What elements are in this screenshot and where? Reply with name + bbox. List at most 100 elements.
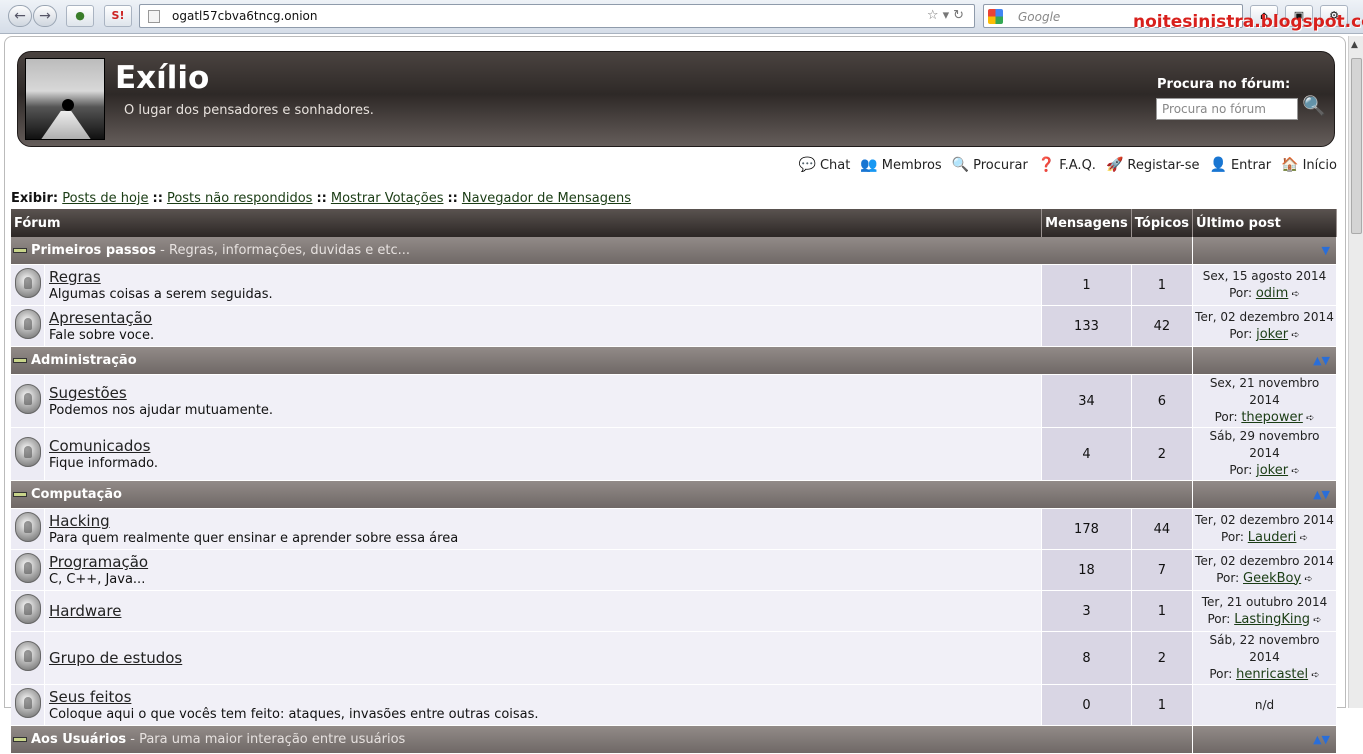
forum-row: Grupo de estudos 8 2 Sáb, 22 novembro 2014 P… <box>11 632 1337 685</box>
scroll-up-icon[interactable]: ▲ <box>1351 40 1358 50</box>
category-name[interactable]: Primeiros passos <box>27 243 156 258</box>
scrollbar[interactable]: ▲ <box>1348 36 1363 708</box>
url-bar[interactable]: ogatl57cbva6tncg.onion ☆▾↻ <box>139 4 975 28</box>
forum-link[interactable]: Regras <box>49 268 101 286</box>
by-label: Por: <box>1221 529 1244 544</box>
onion-icon[interactable]: ● <box>66 5 94 27</box>
bookmark-star-icon[interactable]: ☆▾↻ <box>927 8 968 23</box>
forum-row: Hacking Para quem realmente quer ensinar … <box>11 509 1337 550</box>
forum-link[interactable]: Programação <box>49 553 148 571</box>
forum-link[interactable]: Comunicados <box>49 437 150 455</box>
topic-count: 1 <box>1131 591 1193 632</box>
go-to-post-icon[interactable]: ➪ <box>1301 574 1312 585</box>
forum-description: Podemos nos ajudar mutuamente. <box>49 403 274 418</box>
collapse-icon[interactable] <box>13 248 27 253</box>
forum-table: Fórum Mensagens Tópicos Último post Prim… <box>11 209 1337 754</box>
category-name[interactable]: Aos Usuários <box>27 732 126 747</box>
by-label: Por: <box>1214 410 1238 424</box>
category-name[interactable]: Computação <box>27 487 122 502</box>
message-count: 178 <box>1042 509 1132 550</box>
forum-logo[interactable] <box>25 58 105 140</box>
forum-description: Para quem realmente quer ensinar e apren… <box>49 531 459 546</box>
forum-row: Regras Algumas coisas a serem seguidas. 1 1… <box>11 265 1337 306</box>
go-to-post-icon[interactable]: ➪ <box>1288 289 1300 300</box>
message-count: 0 <box>1042 685 1132 726</box>
by-label: Por: <box>1229 326 1253 341</box>
last-post-cell: Ter, 02 dezembro 2014 Por: joker ➪ <box>1193 306 1337 347</box>
sort-arrows-icon[interactable]: ▲▼ <box>1193 347 1337 375</box>
topic-count: 42 <box>1131 306 1193 347</box>
collapse-icon[interactable] <box>13 492 27 497</box>
last-post-user[interactable]: odim <box>1256 286 1288 301</box>
by-label: Por: <box>1216 570 1240 585</box>
lightbulb-icon <box>14 553 41 583</box>
last-post-user[interactable]: joker <box>1256 463 1288 478</box>
exibir-link[interactable]: Posts não respondidos <box>167 191 313 206</box>
exibir-link[interactable]: Posts de hoje <box>62 191 148 206</box>
nav-item-chat[interactable]: 💬 Chat <box>799 157 851 173</box>
forum-search-input[interactable]: Procura no fórum <box>1156 98 1298 120</box>
login-icon: 👤 <box>1209 157 1227 173</box>
category-cell: Aos Usuários - Para uma maior interação … <box>11 726 1193 754</box>
exibir-link[interactable]: Navegador de Mensagens <box>462 191 631 206</box>
forum-link[interactable]: Sugestões <box>49 384 127 402</box>
last-post-user[interactable]: thepower <box>1241 410 1303 425</box>
forum-table-body: Primeiros passos - Regras, informações, … <box>11 237 1337 754</box>
forum-row: Programação C, C++, Java... 18 7 Ter, 02 dez… <box>11 550 1337 591</box>
forum-title: Exílio <box>115 60 210 96</box>
topic-count: 7 <box>1131 550 1193 591</box>
nav-item-register[interactable]: 🚀 Registar-se <box>1106 157 1200 173</box>
last-post-user[interactable]: Lauderi <box>1248 530 1297 545</box>
forum-link[interactable]: Hacking <box>49 512 110 530</box>
last-post-cell: n/d <box>1193 685 1337 726</box>
message-count: 8 <box>1042 632 1132 685</box>
forward-icon[interactable]: → <box>33 5 57 27</box>
nav-item-home[interactable]: 🏠 Início <box>1281 157 1337 173</box>
go-to-post-icon[interactable]: ➪ <box>1308 670 1319 681</box>
collapse-icon[interactable] <box>13 737 27 742</box>
forum-description: Fique informado. <box>49 456 159 471</box>
magnifier-icon[interactable]: 🔍 <box>1302 94 1326 117</box>
forum-status-cell <box>11 509 45 550</box>
go-to-post-icon[interactable]: ➪ <box>1288 466 1299 477</box>
by-label: Por: <box>1207 611 1231 626</box>
go-to-post-icon[interactable]: ➪ <box>1288 330 1299 341</box>
last-post-cell: Sex, 15 agosto 2014 Por: odim ➪ <box>1193 265 1337 306</box>
collapse-icon[interactable] <box>13 358 27 363</box>
go-to-post-icon[interactable]: ➪ <box>1296 533 1308 544</box>
nav-item-members[interactable]: 👥 Membros <box>860 157 941 173</box>
by-label: Por: <box>1229 463 1253 477</box>
last-post-user[interactable]: GeekBoy <box>1243 571 1301 586</box>
nav-item-faq[interactable]: ❓ F.A.Q. <box>1038 157 1096 173</box>
category-name[interactable]: Administração <box>27 353 137 368</box>
message-count: 133 <box>1042 306 1132 347</box>
noscript-icon[interactable]: S! <box>104 5 132 27</box>
message-count: 34 <box>1042 375 1132 428</box>
back-icon[interactable]: ← <box>8 5 32 27</box>
forum-link[interactable]: Seus feitos <box>49 688 131 706</box>
exibir-link[interactable]: Mostrar Votações <box>331 191 444 206</box>
sort-arrows-icon[interactable]: ▼ <box>1193 237 1337 265</box>
exibir-bar: Exibir: Posts de hoje:: Posts não respond… <box>11 191 631 206</box>
forum-link[interactable]: Apresentação <box>49 309 152 327</box>
sort-arrows-icon[interactable]: ▲▼ <box>1193 726 1337 754</box>
last-post-user[interactable]: LastingKing <box>1234 612 1310 627</box>
scrollbar-thumb[interactable] <box>1351 58 1362 234</box>
nav-label: Chat <box>819 157 851 173</box>
nav-label: F.A.Q. <box>1059 157 1096 173</box>
last-post-user[interactable]: henricastel <box>1236 667 1308 682</box>
category-row: Administração ▲▼ <box>11 347 1337 375</box>
category-row: Primeiros passos - Regras, informações, … <box>11 237 1337 265</box>
forum-link[interactable]: Hardware <box>49 602 121 620</box>
last-post-user[interactable]: joker <box>1256 327 1288 342</box>
go-to-post-icon[interactable]: ➪ <box>1303 413 1314 424</box>
last-post-date: Ter, 02 dezembro 2014 <box>1195 309 1334 324</box>
google-icon <box>988 9 1003 24</box>
members-icon: 👥 <box>860 157 878 173</box>
nav-item-search[interactable]: 🔍 Procurar <box>952 157 1028 173</box>
home-icon: 🏠 <box>1281 157 1299 173</box>
forum-link[interactable]: Grupo de estudos <box>49 649 182 667</box>
nav-item-login[interactable]: 👤 Entrar <box>1210 157 1272 173</box>
sort-arrows-icon[interactable]: ▲▼ <box>1193 481 1337 509</box>
go-to-post-icon[interactable]: ➪ <box>1310 615 1321 626</box>
